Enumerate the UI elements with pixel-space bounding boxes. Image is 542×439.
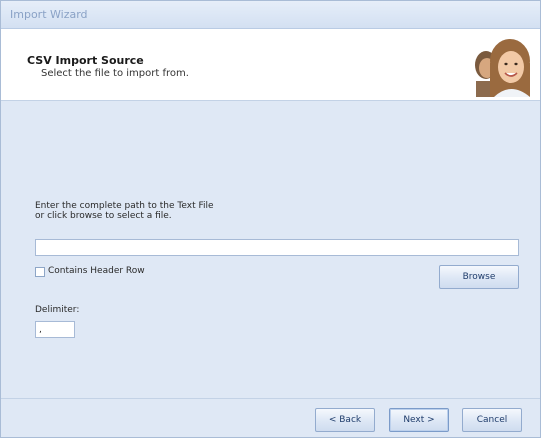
wizard-header: CSV Import Source Select the file to imp…	[1, 29, 540, 101]
step-subtitle: Select the file to import from.	[41, 68, 189, 79]
delimiter-input[interactable]	[35, 321, 75, 338]
cancel-button[interactable]: Cancel	[462, 408, 522, 432]
wizard-people-image	[472, 35, 534, 97]
browse-button[interactable]: Browse	[439, 265, 519, 289]
path-instruction: Enter the complete path to the Text File…	[35, 201, 214, 221]
header-row-checkbox[interactable]	[35, 267, 45, 277]
back-button[interactable]: < Back	[315, 408, 375, 432]
instruction-line-1: Enter the complete path to the Text File	[35, 201, 214, 211]
next-button[interactable]: Next >	[389, 408, 449, 432]
import-wizard-window: Import Wizard CSV Import Source Select t…	[0, 0, 541, 438]
instruction-line-2: or click browse to select a file.	[35, 211, 172, 221]
header-row-label[interactable]: Contains Header Row	[48, 266, 145, 276]
footer-divider	[1, 398, 540, 399]
title-bar: Import Wizard	[1, 1, 540, 29]
step-title: CSV Import Source	[27, 54, 144, 67]
file-path-input[interactable]	[35, 239, 519, 256]
delimiter-label: Delimiter:	[35, 305, 80, 315]
window-title: Import Wizard	[10, 8, 88, 21]
